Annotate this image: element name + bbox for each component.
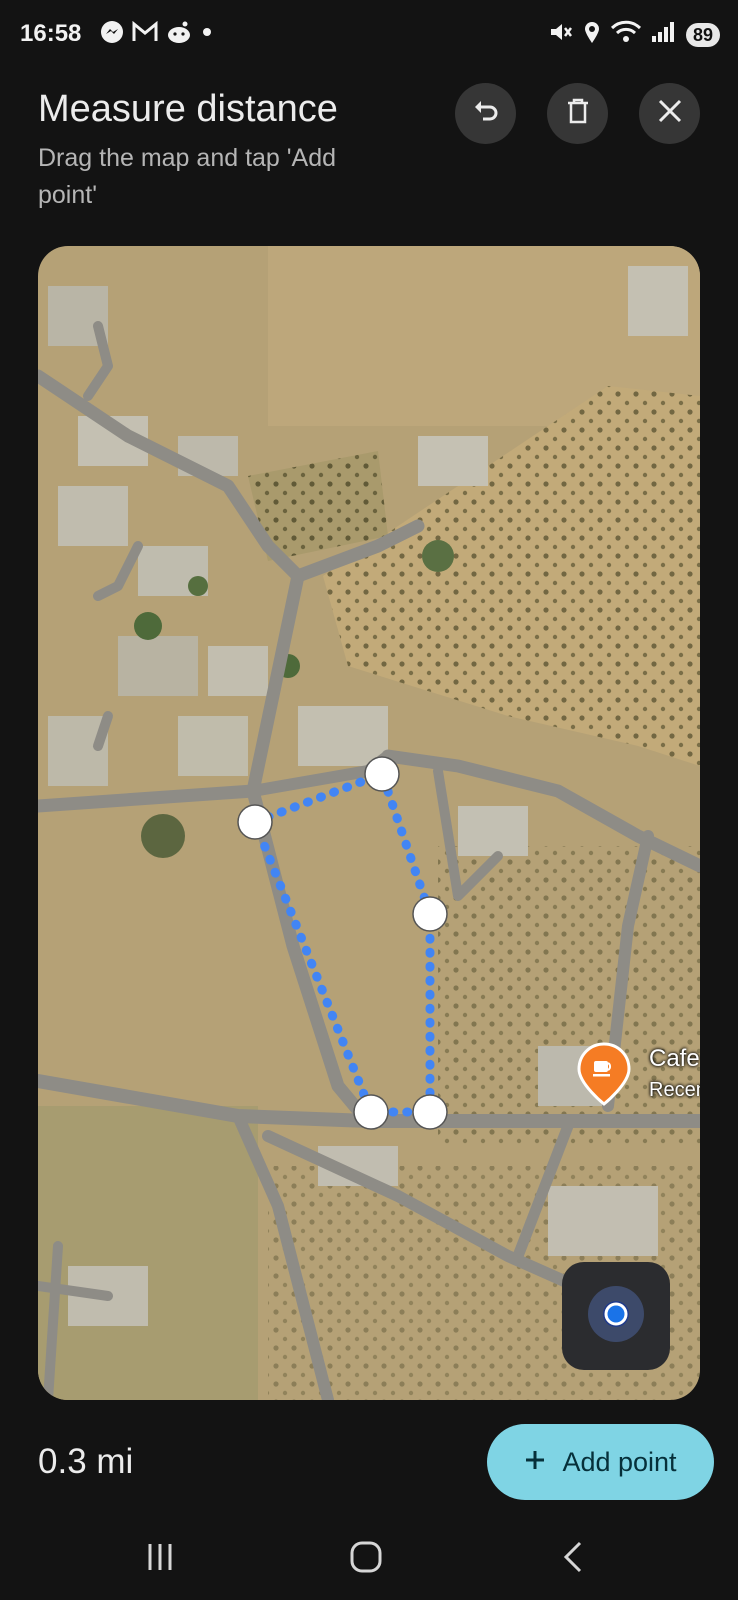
add-point-label: Add point (562, 1446, 677, 1477)
measure-point[interactable] (412, 896, 448, 932)
location-icon (583, 20, 601, 49)
total-distance: 0.3 mi (38, 1442, 134, 1481)
dot-icon (200, 25, 214, 44)
measure-point[interactable] (353, 1094, 389, 1130)
tree (422, 540, 454, 572)
tree (188, 576, 208, 596)
satellite-map (38, 246, 700, 1400)
building (298, 706, 388, 766)
close-button[interactable] (639, 83, 700, 144)
building (58, 486, 128, 546)
home-icon (349, 1540, 383, 1579)
building (178, 716, 248, 776)
back-icon (561, 1540, 585, 1579)
system-icons: 89 (548, 20, 720, 49)
building (628, 266, 688, 336)
back-button[interactable] (543, 1534, 603, 1584)
page-subtitle: Drag the map and tap 'Add point' (38, 144, 337, 209)
home-button[interactable] (336, 1534, 396, 1584)
building (208, 646, 268, 696)
tree (134, 612, 162, 640)
page-title: Measure distance (38, 88, 338, 130)
close-icon (657, 98, 683, 129)
poi-subtitle: Recen (649, 1079, 700, 1101)
battery-icon: 89 (685, 22, 720, 47)
building (418, 436, 488, 486)
plus-icon (524, 1447, 546, 1478)
undo-icon (471, 96, 501, 131)
status-bar: 16:58 89 (0, 0, 738, 70)
tree (141, 814, 185, 858)
delete-button[interactable] (547, 83, 608, 144)
my-location-button[interactable] (562, 1262, 670, 1370)
trash-icon (564, 96, 592, 131)
measure-point[interactable] (237, 804, 273, 840)
reddit-icon (166, 20, 192, 49)
navigation-bar (0, 1520, 738, 1600)
notification-icons (100, 20, 214, 49)
add-point-button[interactable]: Add point (487, 1424, 714, 1500)
gmail-icon (132, 20, 158, 48)
my-location-icon (586, 1284, 646, 1349)
mute-icon (548, 20, 574, 49)
measure-point[interactable] (412, 1094, 448, 1130)
recents-button[interactable] (130, 1534, 190, 1584)
status-time: 16:58 (20, 20, 82, 47)
map-view[interactable]: Cafe Recen (38, 246, 700, 1400)
field (38, 1106, 258, 1400)
poi-name[interactable]: Cafe (649, 1045, 700, 1073)
recents-icon (144, 1542, 176, 1577)
signal-icon (651, 20, 677, 49)
wifi-icon (610, 20, 642, 49)
messenger-icon (100, 20, 124, 49)
measure-point[interactable] (364, 756, 400, 792)
building (48, 716, 108, 786)
building (458, 806, 528, 856)
building (118, 636, 198, 696)
building (548, 1186, 658, 1256)
undo-button[interactable] (455, 83, 516, 144)
